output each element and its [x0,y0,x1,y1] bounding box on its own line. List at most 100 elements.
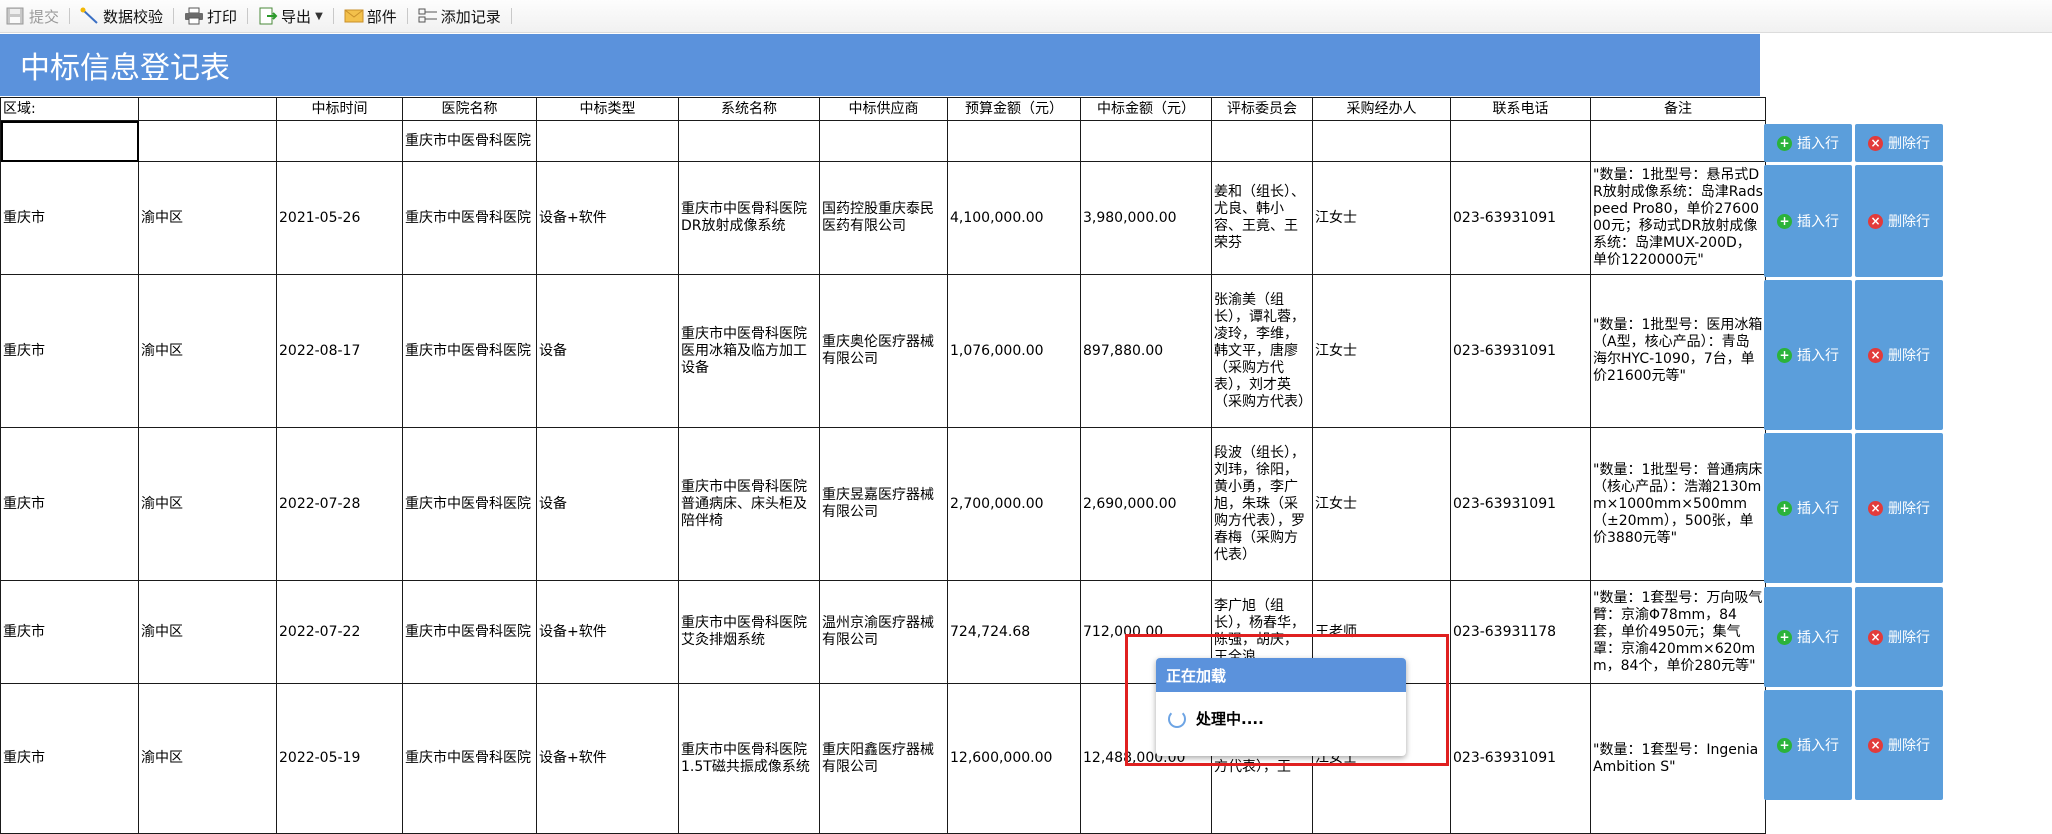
table-cell[interactable]: 724,724.68 [947,580,1081,684]
table-cell[interactable]: 重庆市 [0,580,139,684]
toolbar-divider [69,8,71,24]
table-cell[interactable]: 1,076,000.00 [947,274,1081,428]
table-cell[interactable]: "数量：1套型号：Ingenia Ambition S" [1590,683,1766,834]
table-cell[interactable]: 3,980,000.00 [1080,161,1212,275]
submit-button[interactable]: 提交 [2,4,63,28]
table-cell[interactable]: "数量：1批型号：普通病床（核心产品）：浩瀚2130mm×1000mm×500m… [1590,427,1766,581]
table-cell[interactable]: 重庆奥伦医疗器械有限公司 [819,274,948,428]
table-cell[interactable]: 重庆市中医骨科医院 [402,580,537,684]
table-cell[interactable]: 段波（组长），刘玮，徐阳，黄小勇，李广旭，朱珠（采购方代表），罗春梅（采购方代表… [1211,427,1313,581]
mail-button[interactable]: 部件 [340,4,401,28]
table-cell[interactable]: 023-63931091 [1450,683,1591,834]
table-cell[interactable]: 张渝美（组长），谭礼蓉，凌玲，李维，韩文平，唐廖（采购方代表），刘才英（采购方代… [1211,274,1313,428]
print-button[interactable]: 打印 [180,4,241,28]
table-cell[interactable]: 023-63931091 [1450,427,1591,581]
table-cell[interactable]: 渝中区 [138,427,277,581]
column-header-bid-amount: 中标金额（元） [1080,97,1212,121]
table-cell[interactable]: 设备 [536,274,679,428]
table-cell[interactable]: 国药控股重庆泰民医药有限公司 [819,161,948,275]
table-cell[interactable]: 设备 [536,427,679,581]
table-cell[interactable]: 重庆市 [0,683,139,834]
table-cell[interactable]: 重庆市中医骨科医院 [402,683,537,834]
table-cell[interactable]: 2022-08-17 [276,274,403,428]
table-cell[interactable] [947,120,1081,162]
delete-row-button[interactable]: × 删除行 [1855,433,1943,583]
table-cell[interactable]: 12,600,000.00 [947,683,1081,834]
export-button[interactable]: 导出 ▼ [254,4,327,28]
add-row-icon [418,7,438,25]
add-record-button[interactable]: 添加记录 [414,4,505,28]
table-header-row: 区域: 中标时间 医院名称 中标类型 系统名称 中标供应商 预算金额（元） 中标… [0,97,1766,121]
delete-row-button[interactable]: × 删除行 [1855,690,1943,800]
table-cell[interactable]: "数量：1批型号：医用冰箱（A型，核心产品）：青岛海尔HYC-1090，7台，单… [1590,274,1766,428]
toolbar-divider [406,8,408,24]
table-cell[interactable]: 897,880.00 [1080,274,1212,428]
table-cell[interactable]: "数量：1套型号：万向吸气臂：京渝Φ78mm，84套，单价4950元；集气罩：京… [1590,580,1766,684]
table-cell[interactable]: 2022-07-22 [276,580,403,684]
table-cell[interactable]: 2,700,000.00 [947,427,1081,581]
table-cell[interactable] [1080,120,1212,162]
table-cell[interactable]: 023-63931091 [1450,274,1591,428]
table-cell[interactable]: 设备+软件 [536,683,679,834]
table-cell[interactable]: 重庆市 [0,274,139,428]
loading-message: 处理中.... [1196,710,1264,728]
table-cell[interactable]: 重庆市 [0,161,139,275]
table-cell[interactable]: 重庆市中医骨科医院医用冰箱及临方加工设备 [678,274,820,428]
delete-row-button[interactable]: × 删除行 [1855,124,1943,162]
table-cell[interactable]: 重庆市中医骨科医院 [402,427,537,581]
table-cell-selected[interactable] [0,120,139,162]
table-cell[interactable] [819,120,948,162]
insert-row-button[interactable]: + 插入行 [1764,280,1852,430]
table-row: 重庆市 渝中区 2022-05-19 重庆市中医骨科医院 设备+软件 重庆市中医… [0,683,1766,834]
table-cell[interactable]: 渝中区 [138,580,277,684]
table-cell[interactable]: 温州京渝医疗器械有限公司 [819,580,948,684]
table-cell[interactable]: 重庆市中医骨科医院1.5T磁共振成像系统 [678,683,820,834]
table-cell[interactable]: 2021-05-26 [276,161,403,275]
table-cell[interactable]: 江女士 [1312,427,1451,581]
table-cell[interactable]: 渝中区 [138,683,277,834]
close-icon: × [1868,213,1883,229]
table-cell[interactable]: 江女士 [1312,161,1451,275]
table-cell[interactable]: 渝中区 [138,161,277,275]
table-cell[interactable] [1312,120,1451,162]
insert-row-button[interactable]: + 插入行 [1764,587,1852,687]
table-cell[interactable] [678,120,820,162]
table-cell[interactable] [536,120,679,162]
insert-row-button[interactable]: + 插入行 [1764,124,1852,162]
table-cell[interactable]: 重庆昱嘉医疗器械有限公司 [819,427,948,581]
table-cell[interactable]: 重庆市中医骨科医院DR放射成像系统 [678,161,820,275]
table-cell[interactable] [1211,120,1313,162]
table-cell[interactable] [1590,120,1766,162]
table-cell[interactable]: 2,690,000.00 [1080,427,1212,581]
table-cell[interactable] [1450,120,1591,162]
validate-button[interactable]: 数据校验 [76,4,167,28]
table-cell[interactable]: 江女士 [1312,274,1451,428]
table-cell[interactable]: 023-63931178 [1450,580,1591,684]
insert-row-button[interactable]: + 插入行 [1764,165,1852,277]
table-cell[interactable]: 设备+软件 [536,580,679,684]
table-cell[interactable]: 重庆市中医骨科医院艾灸排烟系统 [678,580,820,684]
table-cell[interactable] [276,120,403,162]
delete-row-button[interactable]: × 删除行 [1855,280,1943,430]
table-cell[interactable]: 重庆市中医骨科医院普通病床、床头柜及陪伴椅 [678,427,820,581]
insert-row-button[interactable]: + 插入行 [1764,433,1852,583]
table-cell[interactable] [138,120,277,162]
table-cell[interactable]: 4,100,000.00 [947,161,1081,275]
table-cell[interactable]: 2022-05-19 [276,683,403,834]
delete-row-button[interactable]: × 删除行 [1855,587,1943,687]
table-cell[interactable]: 重庆市 [0,427,139,581]
table-cell[interactable]: 设备+软件 [536,161,679,275]
delete-row-button[interactable]: × 删除行 [1855,165,1943,277]
table-cell[interactable]: 023-63931091 [1450,161,1591,275]
column-header-system: 系统名称 [678,97,820,121]
table-cell[interactable]: "数量：1批型号：悬吊式DR放射成像系统：岛津Radspeed Pro80，单价… [1590,161,1766,275]
table-cell[interactable]: 姜和（组长）、尤良、韩小容、王竟、王荣芬 [1211,161,1313,275]
table-cell[interactable]: 渝中区 [138,274,277,428]
table-cell[interactable]: 重庆市中医骨科医院 [402,274,537,428]
table-cell[interactable]: 2022-07-28 [276,427,403,581]
table-cell[interactable]: 重庆市中医骨科医院 [402,161,537,275]
table-cell[interactable]: 重庆阳鑫医疗器械有限公司 [819,683,948,834]
table-cell[interactable]: 重庆市中医骨科医院 [402,120,537,162]
insert-row-button[interactable]: + 插入行 [1764,690,1852,800]
close-icon: × [1868,737,1883,753]
